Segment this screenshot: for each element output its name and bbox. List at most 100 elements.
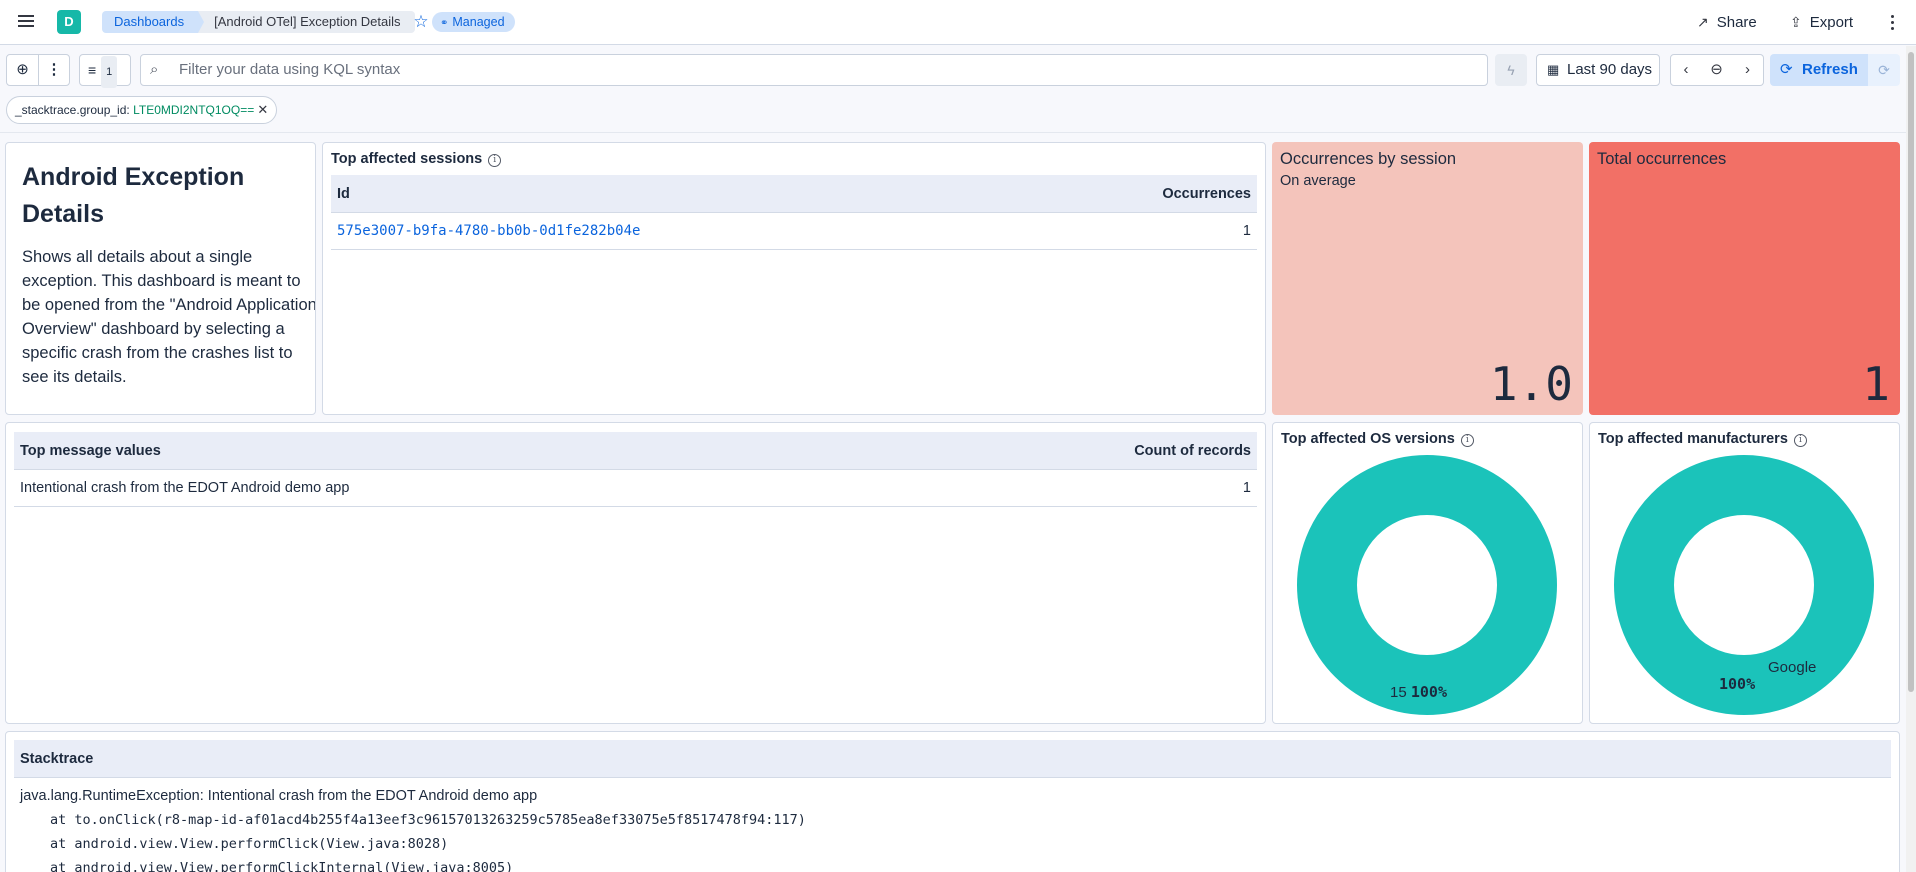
dashboard-title: Android Exception Details [22, 163, 245, 228]
sessions-panel: Top affected sessions i Id Occurrences 57… [322, 142, 1266, 415]
metric-value: 1 [1862, 357, 1890, 411]
stacktrace-line: at to.onClick(r8-map-id-af01acd4b255f4a1… [50, 812, 806, 828]
sessions-panel-title: Top affected sessions i [331, 151, 502, 167]
export-button[interactable]: ⇪ Export [1790, 12, 1853, 32]
manufacturer-percent-wrap: 100% [1719, 675, 1755, 693]
table-header: Stacktrace [14, 740, 1891, 778]
time-picker-button[interactable]: ▦ Last 90 days [1536, 54, 1660, 86]
export-label: Export [1809, 14, 1854, 31]
filter-pill-value: LTE0MDI2NTQ1OQ== [133, 103, 255, 117]
auto-refresh-icon[interactable]: ⟳ [1868, 54, 1900, 86]
os-title-text: Top affected OS versions [1281, 431, 1455, 447]
stacktrace-line: java.lang.RuntimeException: Intentional … [20, 788, 538, 804]
filter-pill-field: _stacktrace.group_id: [15, 103, 130, 117]
os-donut-chart[interactable] [1297, 455, 1557, 715]
refresh-button[interactable]: ⟳ Refresh [1770, 54, 1868, 86]
manufacturer-slice-name: Google [1768, 659, 1817, 676]
close-icon[interactable]: ✕ [257, 97, 268, 123]
breadcrumb-current-dashboard: [Android OTel] Exception Details [198, 11, 415, 33]
occurrences-cell: 1 [1242, 223, 1251, 239]
info-icon[interactable]: i [1460, 434, 1474, 447]
metric-value: 1.0 [1489, 357, 1573, 411]
share-icon: ↗ [1697, 14, 1709, 30]
donut-slice[interactable] [1297, 455, 1557, 715]
manufacturers-title-text: Top affected manufacturers [1598, 431, 1788, 447]
export-icon: ⇪ [1790, 14, 1802, 30]
metric-title: Occurrences by session [1280, 150, 1457, 168]
table-header: Top message values Count of records [14, 432, 1257, 470]
next-period-icon[interactable]: › [1732, 54, 1764, 86]
divider [0, 132, 1916, 133]
occurrences-by-session-panel: Occurrences by session On average 1.0 [1272, 142, 1583, 415]
managed-badge[interactable]: ⚭ Managed [432, 12, 515, 32]
add-panel-icon[interactable]: ⊕ [7, 55, 39, 85]
os-slice-label: 15 100% [1390, 683, 1447, 701]
share-button[interactable]: ↗ Share [1697, 12, 1757, 32]
metric-subtitle: On average [1280, 173, 1356, 189]
table-row: Intentional crash from the EDOT Android … [14, 470, 1257, 507]
filter-count-badge: 1 [101, 56, 118, 88]
add-filter-group: ⊕ ⋮ [6, 54, 70, 86]
scrollbar-track[interactable] [1906, 46, 1916, 872]
column-header-count[interactable]: Count of records [1134, 432, 1251, 469]
stacktrace-table: Stacktrace [14, 740, 1891, 778]
filter-pill[interactable]: _stacktrace.group_id: LTE0MDI2NTQ1OQ== ✕ [6, 96, 278, 124]
stacktrace-panel: Stacktrace java.lang.RuntimeException: I… [5, 731, 1900, 872]
calendar-icon: ▦ [1547, 62, 1560, 77]
stacktrace-line: at android.view.View.performClickInterna… [50, 860, 514, 872]
breadcrumb-dashboards[interactable]: Dashboards [102, 11, 205, 33]
table-row: 575e3007-b9fa-4780-bb0b-0d1fe282b04e 1 [331, 213, 1257, 250]
column-header-message[interactable]: Top message values [20, 432, 161, 469]
os-slice-name: 15 [1390, 684, 1407, 701]
info-icon[interactable]: i [1793, 434, 1807, 447]
more-options-icon[interactable] [1887, 12, 1897, 32]
donut-slice[interactable] [1614, 455, 1874, 715]
search-input-wrapper: ⌕ [140, 54, 1488, 86]
favorite-star-icon[interactable]: ☆ [411, 12, 431, 32]
manufacturers-panel: Top affected manufacturers i Google 100% [1589, 422, 1900, 724]
scrollbar-thumb[interactable] [1908, 52, 1914, 692]
sessions-table: Id Occurrences 575e3007-b9fa-4780-bb0b-0… [331, 175, 1257, 250]
time-range-label: Last 90 days [1567, 61, 1653, 78]
top-header: D Dashboards [Android OTel] Exception De… [0, 0, 1916, 45]
query-submit-icon[interactable]: ϟ [1495, 54, 1527, 86]
manufacturers-panel-title: Top affected manufacturers i [1598, 431, 1807, 447]
search-input[interactable] [179, 61, 1179, 78]
column-header-stacktrace[interactable]: Stacktrace [20, 740, 93, 777]
total-occurrences-panel: Total occurrences 1 [1589, 142, 1900, 415]
table-header: Id Occurrences [331, 175, 1257, 213]
messages-panel: Top message values Count of records Inte… [5, 422, 1266, 724]
app-avatar[interactable]: D [57, 10, 81, 34]
message-cell: Intentional crash from the EDOT Android … [20, 480, 350, 496]
os-versions-panel: Top affected OS versions i 15 100% [1272, 422, 1583, 724]
menu-icon[interactable] [16, 12, 36, 32]
query-bar: ⊕ ⋮ ≡1 ⌕ ϟ ▦Last 90 days ‹ ⊖ › ⟳Refresh … [0, 46, 1916, 96]
previous-period-icon[interactable]: ‹ [1670, 54, 1702, 86]
zoom-out-icon[interactable]: ⊖ [1701, 54, 1733, 86]
query-menu-icon[interactable]: ⋮ [39, 55, 69, 85]
info-icon[interactable]: i [488, 154, 502, 167]
refresh-icon: ⟳ [1780, 61, 1793, 78]
filter-icon: ≡ [88, 62, 97, 78]
stacktrace-text: java.lang.RuntimeException: Intentional … [20, 784, 806, 872]
metric-title: Total occurrences [1597, 150, 1727, 168]
manufacturer-slice-percent: 100% [1719, 675, 1756, 693]
count-cell: 1 [1242, 480, 1251, 496]
managed-badge-label: Managed [452, 15, 505, 29]
stacktrace-line: at android.view.View.performClick(View.j… [50, 836, 449, 852]
filter-menu-button[interactable]: ≡ 1 [79, 54, 131, 88]
sessions-title-text: Top affected sessions [331, 151, 483, 167]
column-header-id[interactable]: Id [337, 175, 350, 212]
dashboard-description: Shows all details about a single excepti… [22, 248, 316, 386]
breadcrumb: Dashboards [Android OTel] Exception Deta… [102, 11, 415, 33]
os-panel-title: Top affected OS versions i [1281, 431, 1474, 447]
search-icon: ⌕ [150, 61, 159, 78]
messages-table: Top message values Count of records Inte… [14, 432, 1257, 507]
link-icon: ⚭ [440, 18, 449, 29]
session-id-link[interactable]: 575e3007-b9fa-4780-bb0b-0d1fe282b04e [337, 213, 640, 249]
markdown-panel: Android Exception Details Shows all deta… [5, 142, 316, 415]
os-slice-percent: 100% [1410, 683, 1447, 701]
refresh-label: Refresh [1802, 61, 1858, 78]
share-label: Share [1716, 14, 1757, 31]
column-header-occurrences[interactable]: Occurrences [1162, 175, 1251, 212]
